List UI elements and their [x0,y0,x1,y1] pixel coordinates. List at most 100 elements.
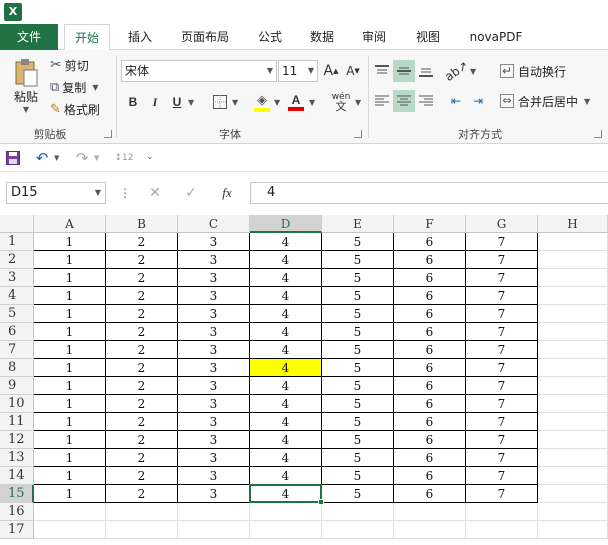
align-right-button[interactable] [416,90,436,112]
cell-e8[interactable]: 5 [322,359,394,377]
cell-a1[interactable]: 1 [34,233,106,251]
chevron-down-icon[interactable]: ▼ [232,98,238,107]
tab-4[interactable]: 公式 [246,24,294,50]
align-top-button[interactable] [372,60,392,82]
cell-d3[interactable]: 4 [250,269,322,287]
column-header-b[interactable]: B [106,215,178,233]
cell-e1[interactable]: 5 [322,233,394,251]
cell-b16[interactable] [106,503,178,521]
cell-g3[interactable]: 7 [466,269,538,287]
cell-a2[interactable]: 1 [34,251,106,269]
copy-button[interactable]: ⧉ 复制 ▼ [50,78,98,96]
cell-d8[interactable]: 4 [250,359,322,377]
cell-d15[interactable]: 4 [250,485,322,503]
cell-h2[interactable] [538,251,608,269]
increase-indent-button[interactable]: ⇥ [468,90,488,112]
cell-c1[interactable]: 3 [178,233,250,251]
column-header-f[interactable]: F [394,215,466,233]
borders-button[interactable] [210,92,230,112]
cell-g6[interactable]: 7 [466,323,538,341]
select-all-corner[interactable] [0,215,34,233]
cell-d11[interactable]: 4 [250,413,322,431]
row-header-17[interactable]: 17 [0,521,34,539]
align-left-button[interactable] [372,90,392,112]
cell-c14[interactable]: 3 [178,467,250,485]
cell-a10[interactable]: 1 [34,395,106,413]
tab-6[interactable]: 审阅 [350,24,398,50]
cell-b4[interactable]: 2 [106,287,178,305]
cell-f2[interactable]: 6 [394,251,466,269]
tab-8[interactable]: novaPDF [456,24,536,50]
cell-h6[interactable] [538,323,608,341]
cell-g5[interactable]: 7 [466,305,538,323]
cell-g9[interactable]: 7 [466,377,538,395]
more-icon[interactable]: ⋮ [119,186,131,200]
cell-g2[interactable]: 7 [466,251,538,269]
cell-e13[interactable]: 5 [322,449,394,467]
cell-f5[interactable]: 6 [394,305,466,323]
cell-a16[interactable] [34,503,106,521]
chevron-down-icon[interactable]: ▼ [54,154,59,162]
cell-f17[interactable] [394,521,466,539]
cell-b11[interactable]: 2 [106,413,178,431]
cell-h14[interactable] [538,467,608,485]
cell-c11[interactable]: 3 [178,413,250,431]
cell-f9[interactable]: 6 [394,377,466,395]
cell-c4[interactable]: 3 [178,287,250,305]
cell-e12[interactable]: 5 [322,431,394,449]
cell-a7[interactable]: 1 [34,341,106,359]
cell-c2[interactable]: 3 [178,251,250,269]
column-header-h[interactable]: H [538,215,608,233]
enter-button[interactable]: ✓ [178,182,204,204]
tab-0[interactable]: 文件 [0,24,58,50]
cell-c3[interactable]: 3 [178,269,250,287]
cell-c8[interactable]: 3 [178,359,250,377]
cell-b2[interactable]: 2 [106,251,178,269]
merge-center-button[interactable]: ⇔ 合并后居中 ▼ [500,90,590,112]
name-box[interactable]: D15 ▼ [6,182,106,204]
row-header-2[interactable]: 2 [0,251,34,269]
paste-button[interactable]: 粘贴 ▼ [6,54,46,118]
cell-c13[interactable]: 3 [178,449,250,467]
row-header-7[interactable]: 7 [0,341,34,359]
cell-b17[interactable] [106,521,178,539]
row-header-10[interactable]: 10 [0,395,34,413]
redo-button[interactable]: ↷ [72,149,92,167]
cell-g12[interactable]: 7 [466,431,538,449]
cell-h15[interactable] [538,485,608,503]
grow-font-button[interactable]: A ▲ [322,62,340,80]
cell-h13[interactable] [538,449,608,467]
wrap-text-button[interactable]: ↵ 自动换行 [500,60,566,82]
cell-f12[interactable]: 6 [394,431,466,449]
cell-d6[interactable]: 4 [250,323,322,341]
cell-f10[interactable]: 6 [394,395,466,413]
chevron-down-icon[interactable]: ▼ [274,98,280,107]
cell-b14[interactable]: 2 [106,467,178,485]
font-launcher-icon[interactable] [354,130,362,138]
chevron-down-icon[interactable]: ▼ [355,98,361,107]
cell-b12[interactable]: 2 [106,431,178,449]
cell-h16[interactable] [538,503,608,521]
cell-g14[interactable]: 7 [466,467,538,485]
cell-d9[interactable]: 4 [250,377,322,395]
cell-d12[interactable]: 4 [250,431,322,449]
row-header-4[interactable]: 4 [0,287,34,305]
cell-c15[interactable]: 3 [178,485,250,503]
cell-b6[interactable]: 2 [106,323,178,341]
column-header-d[interactable]: D [250,215,322,233]
fill-handle[interactable] [318,499,324,505]
decrease-indent-button[interactable]: ⇤ [446,90,466,112]
cell-g8[interactable]: 7 [466,359,538,377]
cell-c10[interactable]: 3 [178,395,250,413]
cell-b10[interactable]: 2 [106,395,178,413]
row-header-13[interactable]: 13 [0,449,34,467]
chevron-down-icon[interactable]: ▼ [94,154,99,162]
cell-f11[interactable]: 6 [394,413,466,431]
undo-button[interactable]: ↶ [32,149,52,167]
cell-f3[interactable]: 6 [394,269,466,287]
cell-a4[interactable]: 1 [34,287,106,305]
cell-d1[interactable]: 4 [250,233,322,251]
cell-d14[interactable]: 4 [250,467,322,485]
alignment-launcher-icon[interactable] [594,130,602,138]
cell-a11[interactable]: 1 [34,413,106,431]
